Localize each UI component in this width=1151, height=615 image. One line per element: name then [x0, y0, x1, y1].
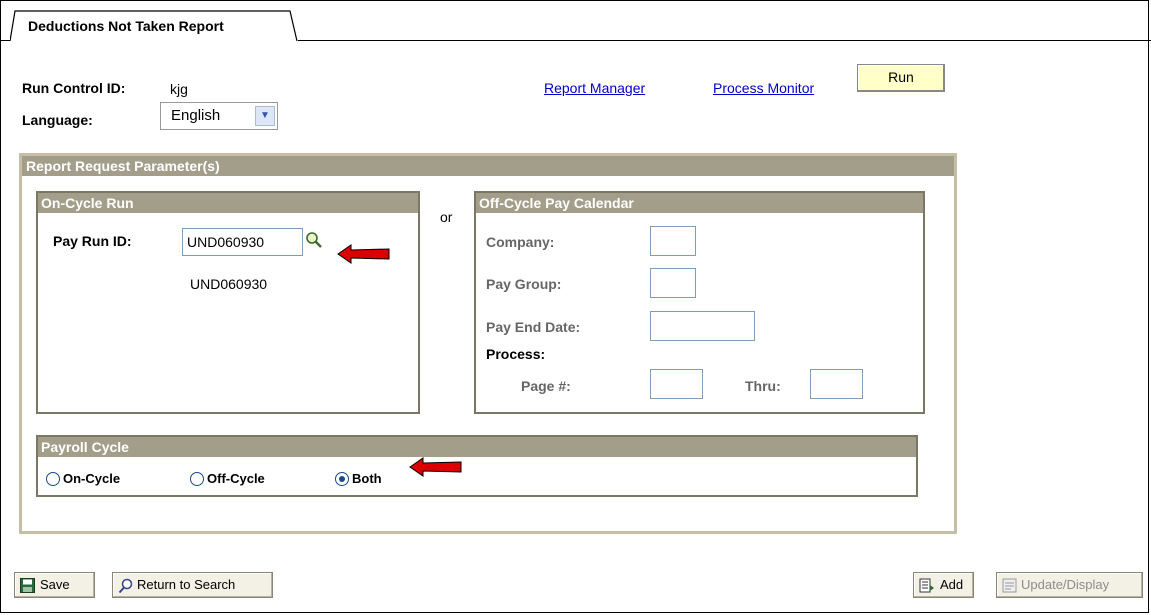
- search-icon[interactable]: [305, 231, 323, 249]
- save-button-label: Save: [40, 577, 70, 592]
- add-button[interactable]: Add: [913, 572, 974, 598]
- pay-run-id-label: Pay Run ID:: [53, 233, 132, 249]
- process-monitor-link[interactable]: Process Monitor: [713, 80, 814, 96]
- off-cycle-radio-label: Off-Cycle: [207, 471, 265, 486]
- pay-run-id-description: UND060930: [190, 276, 268, 292]
- run-button[interactable]: Run: [857, 64, 945, 92]
- run-control-value: kjg: [170, 81, 188, 97]
- language-label: Language:: [22, 112, 93, 128]
- update-display-label: Update/Display: [1021, 577, 1110, 592]
- page-number-label: Page #:: [521, 378, 571, 394]
- on-cycle-radio[interactable]: [46, 472, 60, 486]
- language-select[interactable]: English ▼: [160, 102, 278, 130]
- page-title: Deductions Not Taken Report: [28, 18, 224, 34]
- on-cycle-run-group: On-Cycle Run: [36, 191, 420, 414]
- chevron-down-icon[interactable]: ▼: [255, 106, 275, 126]
- pay-group-label: Pay Group:: [486, 276, 562, 292]
- company-input[interactable]: [650, 226, 696, 256]
- update-display-button[interactable]: Update/Display: [996, 572, 1143, 598]
- radio-selected-dot: [339, 476, 345, 482]
- language-select-value: English: [171, 107, 221, 124]
- off-cycle-pay-calendar-header: Off-Cycle Pay Calendar: [476, 193, 923, 213]
- add-icon: [919, 578, 934, 593]
- return-to-search-label: Return to Search: [137, 577, 236, 592]
- pay-end-date-input[interactable]: [650, 311, 755, 341]
- save-icon: [20, 578, 35, 593]
- pay-run-id-input[interactable]: UND060930: [182, 228, 303, 256]
- off-cycle-radio[interactable]: [190, 472, 204, 486]
- page-number-input[interactable]: [650, 369, 703, 399]
- pay-group-input[interactable]: [650, 268, 696, 298]
- thru-input[interactable]: [810, 369, 863, 399]
- page-tab[interactable]: Deductions Not Taken Report: [10, 10, 298, 42]
- run-control-label: Run Control ID:: [22, 80, 126, 96]
- payroll-cycle-group: Payroll Cycle: [36, 435, 918, 497]
- annotation-arrow: [409, 457, 462, 477]
- annotation-arrow: [337, 244, 390, 264]
- both-radio[interactable]: [335, 472, 349, 486]
- save-button[interactable]: Save: [14, 572, 95, 598]
- pay-end-date-label: Pay End Date:: [486, 319, 581, 335]
- on-cycle-run-header: On-Cycle Run: [38, 193, 418, 213]
- thru-label: Thru:: [745, 378, 781, 394]
- search-return-icon: [118, 578, 133, 594]
- return-to-search-button[interactable]: Return to Search: [112, 572, 273, 598]
- or-separator: or: [440, 209, 453, 225]
- report-request-parameters-header: Report Request Parameter(s): [22, 156, 954, 176]
- both-radio-label: Both: [352, 471, 382, 486]
- report-manager-link[interactable]: Report Manager: [544, 80, 645, 96]
- company-label: Company:: [486, 234, 555, 250]
- process-label: Process:: [486, 346, 546, 362]
- add-button-label: Add: [940, 577, 964, 592]
- on-cycle-radio-label: On-Cycle: [63, 471, 121, 486]
- payroll-cycle-header: Payroll Cycle: [38, 437, 916, 457]
- update-display-icon: [1002, 578, 1017, 593]
